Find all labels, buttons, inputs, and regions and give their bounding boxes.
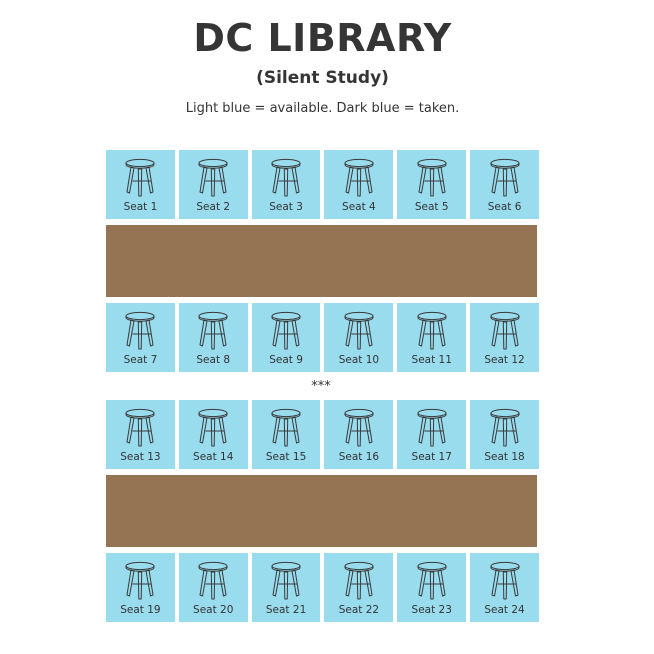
stool-icon — [269, 408, 303, 448]
seat-label: Seat 11 — [411, 354, 452, 366]
seat-23[interactable]: Seat 23 — [397, 553, 467, 622]
seat-21[interactable]: Seat 21 — [251, 553, 321, 622]
seat-20[interactable]: Seat 20 — [178, 553, 248, 622]
seat-label: Seat 9 — [269, 354, 303, 366]
stool-icon — [415, 311, 449, 351]
page-title: DC LIBRARY — [193, 16, 452, 60]
seat-9[interactable]: Seat 9 — [251, 303, 321, 372]
seat-7[interactable]: Seat 7 — [106, 303, 175, 372]
seat-label: Seat 10 — [338, 354, 380, 366]
stool-icon — [123, 311, 157, 351]
stool-icon — [123, 408, 157, 448]
seat-label: Seat 22 — [338, 604, 380, 616]
seat-1[interactable]: Seat 1 — [106, 150, 175, 219]
seat-label: Seat 18 — [484, 451, 525, 463]
seat-label: Seat 3 — [269, 201, 303, 213]
seat-row-1: Seat 1 Seat 2 Seat 3 Seat 4 Seat 5 Seat … — [106, 150, 539, 219]
page-subtitle: (Silent Study) — [256, 68, 389, 88]
seat-label: Seat 21 — [265, 604, 307, 616]
seat-label: Seat 23 — [411, 604, 452, 616]
stool-icon — [488, 561, 522, 601]
seat-18[interactable]: Seat 18 — [470, 400, 539, 469]
seat-14[interactable]: Seat 14 — [178, 400, 248, 469]
seat-24[interactable]: Seat 24 — [470, 553, 539, 622]
seat-label: Seat 4 — [342, 201, 376, 213]
stool-icon — [269, 561, 303, 601]
seat-10[interactable]: Seat 10 — [324, 303, 394, 372]
seat-label: Seat 24 — [484, 604, 525, 616]
stool-icon — [415, 158, 449, 198]
seat-label: Seat 1 — [123, 201, 158, 213]
stool-icon — [488, 158, 522, 198]
seat-15[interactable]: Seat 15 — [251, 400, 321, 469]
section-separator: *** — [311, 379, 331, 394]
study-table-1 — [106, 225, 537, 297]
stool-icon — [342, 561, 376, 601]
seat-label: Seat 5 — [414, 201, 449, 213]
seat-label: Seat 12 — [484, 354, 525, 366]
seat-row-2: Seat 7 Seat 8 Seat 9 Seat 10 Seat 11 Sea… — [106, 303, 539, 372]
seat-label: Seat 16 — [338, 451, 380, 463]
seat-label: Seat 13 — [120, 451, 161, 463]
seat-label: Seat 2 — [196, 201, 231, 213]
stool-icon — [196, 408, 230, 448]
stool-icon — [342, 158, 376, 198]
seat-row-3: Seat 13 Seat 14 Seat 15 Seat 16 Seat 17 … — [106, 400, 539, 469]
seat-4[interactable]: Seat 4 — [324, 150, 394, 219]
seat-6[interactable]: Seat 6 — [470, 150, 539, 219]
seat-11[interactable]: Seat 11 — [397, 303, 467, 372]
seat-row-4: Seat 19 Seat 20 Seat 21 Seat 22 Seat 23 … — [106, 553, 539, 622]
stool-icon — [123, 561, 157, 601]
seat-8[interactable]: Seat 8 — [178, 303, 248, 372]
seat-label: Seat 6 — [487, 201, 522, 213]
seat-12[interactable]: Seat 12 — [470, 303, 539, 372]
stool-icon — [196, 158, 230, 198]
stool-icon — [415, 561, 449, 601]
seat-5[interactable]: Seat 5 — [397, 150, 467, 219]
seat-17[interactable]: Seat 17 — [397, 400, 467, 469]
stool-icon — [123, 158, 157, 198]
seat-16[interactable]: Seat 16 — [324, 400, 394, 469]
stool-icon — [269, 158, 303, 198]
stool-icon — [488, 311, 522, 351]
seat-label: Seat 19 — [120, 604, 161, 616]
study-table-2 — [106, 475, 537, 547]
seat-label: Seat 7 — [123, 354, 158, 366]
stool-icon — [196, 561, 230, 601]
legend-text: Light blue = available. Dark blue = take… — [185, 101, 460, 116]
seat-label: Seat 20 — [193, 604, 234, 616]
stool-icon — [415, 408, 449, 448]
seat-label: Seat 15 — [265, 451, 307, 463]
seat-2[interactable]: Seat 2 — [178, 150, 248, 219]
seat-3[interactable]: Seat 3 — [251, 150, 321, 219]
seat-label: Seat 14 — [193, 451, 234, 463]
stool-icon — [196, 311, 230, 351]
seat-label: Seat 8 — [196, 354, 231, 366]
seat-19[interactable]: Seat 19 — [106, 553, 175, 622]
stool-icon — [342, 311, 376, 351]
stool-icon — [342, 408, 376, 448]
seat-13[interactable]: Seat 13 — [106, 400, 175, 469]
seat-22[interactable]: Seat 22 — [324, 553, 394, 622]
stool-icon — [488, 408, 522, 448]
seat-label: Seat 17 — [411, 451, 452, 463]
stool-icon — [269, 311, 303, 351]
